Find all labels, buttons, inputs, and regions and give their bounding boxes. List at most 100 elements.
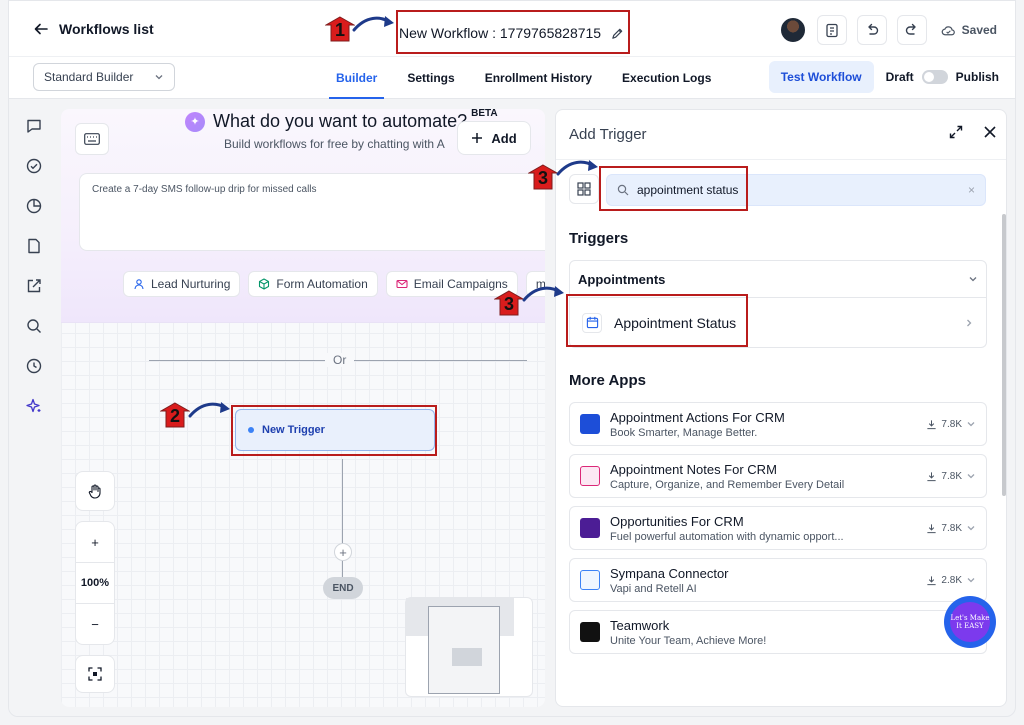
chevron-down-icon[interactable] xyxy=(966,523,976,533)
rail-item-open[interactable] xyxy=(25,277,43,295)
minimap-node xyxy=(452,648,482,666)
appointments-group-header[interactable]: Appointments xyxy=(569,260,987,298)
rail-item-chat[interactable] xyxy=(25,117,43,135)
draft-label: Draft xyxy=(885,70,914,84)
minimap[interactable] xyxy=(405,597,533,697)
app-desc: Book Smarter, Manage Better. xyxy=(610,426,758,439)
ai-prompt-input[interactable]: Create a 7-day SMS follow-up drip for mi… xyxy=(79,173,545,251)
download-count: 2.8K xyxy=(941,574,962,586)
rail-item-ai[interactable] xyxy=(25,397,43,415)
annotation-marker-2: 2 xyxy=(160,402,190,428)
app-downloads: 7.8K xyxy=(926,419,976,430)
beta-badge: BETA xyxy=(471,109,498,119)
panel-scrollbar[interactable] xyxy=(1002,214,1006,496)
cloud-check-icon xyxy=(941,25,955,35)
app-name: Sympana Connector xyxy=(610,565,729,581)
zoom-level: 100% xyxy=(76,563,114,604)
pan-tool-button[interactable] xyxy=(75,471,115,511)
rail-item-search[interactable] xyxy=(25,317,43,335)
app-name: Teamwork xyxy=(610,617,670,633)
app-downloads: 2.8K xyxy=(926,575,976,586)
user-icon xyxy=(134,279,144,290)
add-label: Add xyxy=(491,130,517,146)
arrow-left-icon xyxy=(34,23,48,35)
document-icon xyxy=(28,238,40,254)
download-count: 7.8K xyxy=(941,522,962,534)
chevron-down-icon[interactable] xyxy=(966,575,976,585)
marker-number: 1 xyxy=(334,19,345,40)
chip-lead-nurturing[interactable]: Lead Nurturing xyxy=(123,271,241,297)
keyboard-icon xyxy=(84,133,100,145)
marker-number: 3 xyxy=(537,167,548,188)
rail-item-history[interactable] xyxy=(25,357,43,375)
app-text: Opportunities For CRM Fuel powerful auto… xyxy=(610,514,844,543)
tab-settings[interactable]: Settings xyxy=(392,57,469,99)
app-card-sympana[interactable]: Sympana Connector Vapi and Retell AI 2.8… xyxy=(569,558,987,602)
annotation-marker-3-trigger: 3 xyxy=(494,290,524,316)
pie-chart-icon xyxy=(26,198,42,214)
ai-title-text: What do you want to automate? xyxy=(213,111,468,131)
category-grid-button[interactable] xyxy=(569,174,599,204)
chevron-down-icon[interactable] xyxy=(966,419,976,429)
chip-form-automation[interactable]: Form Automation xyxy=(248,271,378,297)
app-desc: Capture, Organize, and Remember Every De… xyxy=(610,478,845,491)
undo-button[interactable] xyxy=(856,15,887,45)
app-desc: Vapi and Retell AI xyxy=(610,582,697,595)
mail-icon xyxy=(396,279,408,289)
lets-make-it-easy-badge[interactable]: Let's Make It EASY xyxy=(944,596,996,648)
rail-item-docs[interactable] xyxy=(25,237,43,255)
add-step-button[interactable]: + xyxy=(334,543,352,561)
download-count: 7.8K xyxy=(941,470,962,482)
group-label: Appointments xyxy=(578,271,666,287)
app-text: Appointment Actions For CRM Book Smarter… xyxy=(610,410,785,439)
chevron-down-icon xyxy=(155,75,163,80)
tab-builder[interactable]: Builder xyxy=(321,57,392,99)
keyboard-button[interactable] xyxy=(75,123,109,155)
hand-icon xyxy=(88,484,101,499)
publish-toggle[interactable] xyxy=(921,70,948,84)
app-logo-icon xyxy=(580,414,600,434)
zoom-in-button[interactable]: + xyxy=(76,522,114,563)
back-label: Workflows list xyxy=(59,21,154,37)
annotation-arrow-icon xyxy=(522,286,564,302)
annotation-arrow-icon xyxy=(188,402,230,418)
app-card-appointment-notes[interactable]: Appointment Notes For CRM Capture, Organ… xyxy=(569,454,987,498)
back-to-workflows-link[interactable]: Workflows list xyxy=(33,21,154,37)
left-rail xyxy=(9,99,59,716)
app-name: Appointment Notes For CRM xyxy=(610,461,777,477)
fit-view-button[interactable] xyxy=(75,655,115,693)
tab-execution-logs[interactable]: Execution Logs xyxy=(607,57,726,99)
rail-item-stats[interactable] xyxy=(25,197,43,215)
annotation-marker-3-search: 3 xyxy=(528,164,558,190)
app-desc: Unite Your Team, Achieve More! xyxy=(610,634,767,647)
ai-subtitle: Build workflows for free by chatting wit… xyxy=(224,137,445,151)
builder-mode-select[interactable]: Standard Builder xyxy=(33,63,175,91)
saved-label: Saved xyxy=(961,23,997,37)
app-downloads: 7.8K xyxy=(926,471,976,482)
app-logo-icon xyxy=(580,570,600,590)
annotation-box-trigger xyxy=(231,405,437,456)
download-icon xyxy=(927,471,937,481)
zoom-out-button[interactable]: − xyxy=(76,604,114,644)
clear-search-icon[interactable]: × xyxy=(968,183,975,197)
workflow-notes-button[interactable] xyxy=(816,15,847,45)
app-card-opportunities[interactable]: Opportunities For CRM Fuel powerful auto… xyxy=(569,506,987,550)
clipboard-icon xyxy=(825,23,838,38)
app-card-appointment-actions[interactable]: Appointment Actions For CRM Book Smarter… xyxy=(569,402,987,446)
download-icon xyxy=(927,575,937,585)
test-workflow-button[interactable]: Test Workflow xyxy=(768,61,874,93)
close-icon[interactable] xyxy=(982,124,998,140)
expand-icon[interactable] xyxy=(948,124,964,140)
app-name: Opportunities For CRM xyxy=(610,513,744,529)
rail-item-tasks[interactable] xyxy=(25,157,43,175)
app-card-teamwork[interactable]: Teamwork Unite Your Team, Achieve More! xyxy=(569,610,987,654)
annotation-arrow-icon xyxy=(352,16,394,32)
suggestion-chips: Lead Nurturing Form Automation Email Cam… xyxy=(123,271,545,297)
add-button[interactable]: Add xyxy=(457,121,531,155)
tab-enrollment-history[interactable]: Enrollment History xyxy=(470,57,607,99)
chevron-down-icon[interactable] xyxy=(966,471,976,481)
avatar[interactable] xyxy=(778,16,807,44)
more-apps-heading: More Apps xyxy=(569,372,646,389)
chip-label: Email Campaigns xyxy=(413,277,508,291)
redo-button[interactable] xyxy=(896,15,927,45)
